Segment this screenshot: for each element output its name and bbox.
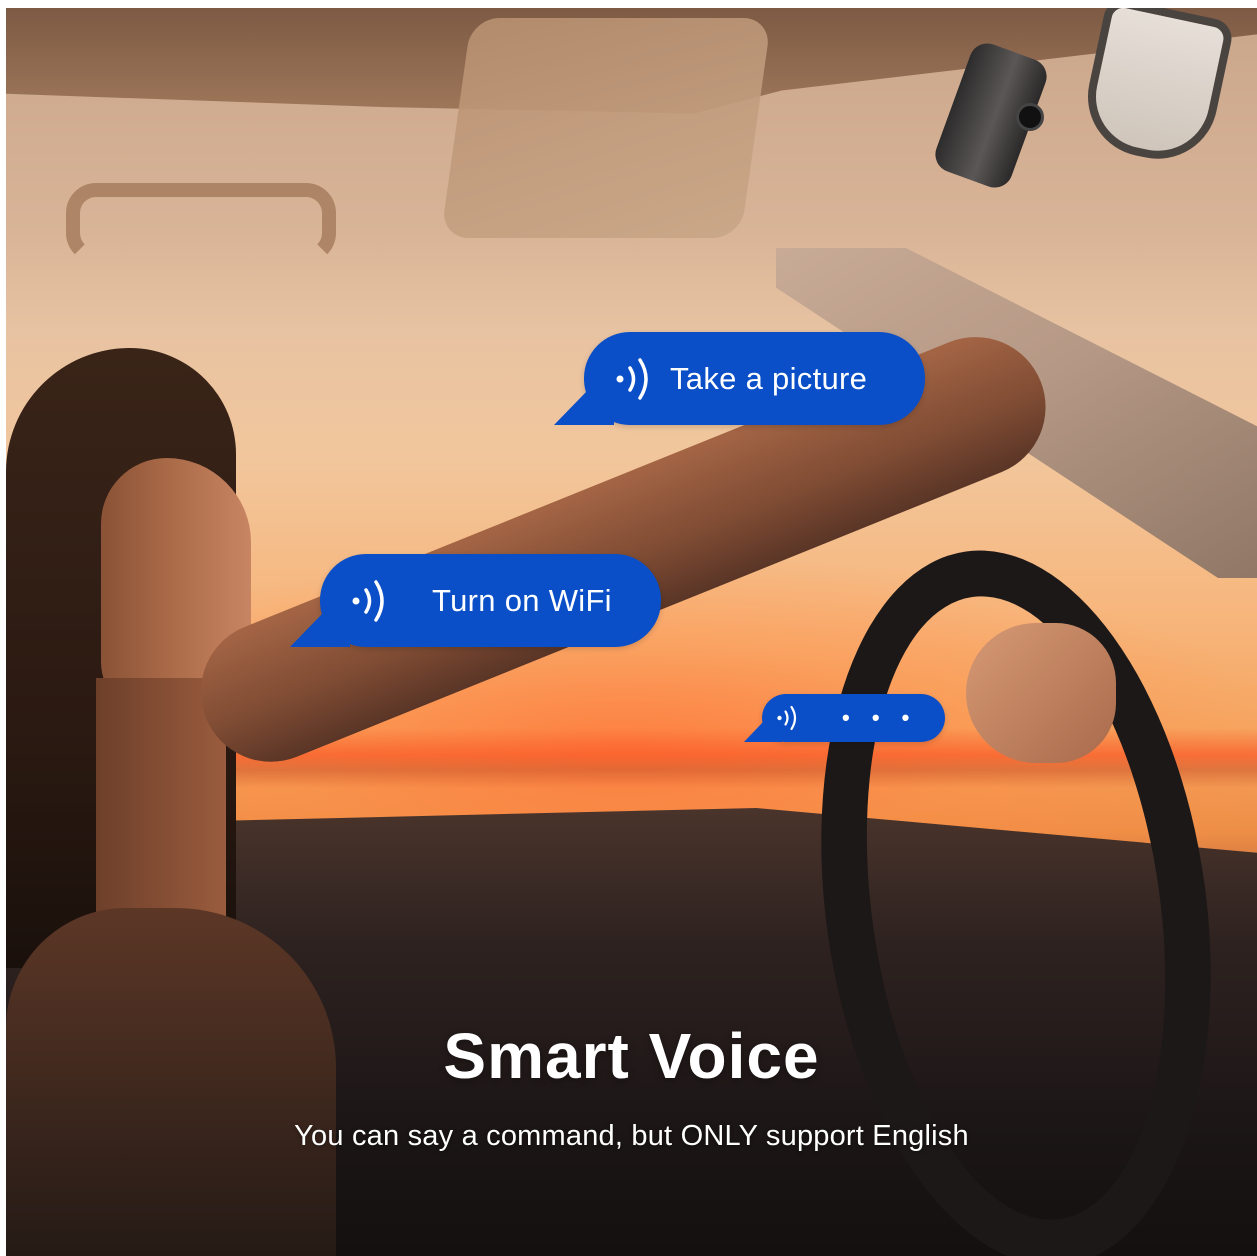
driver-hand xyxy=(966,623,1116,763)
voice-wave-icon xyxy=(614,353,658,405)
rearview-mirror xyxy=(1076,8,1236,170)
sun-visor xyxy=(440,18,772,238)
bubble-text: Turn on WiFi xyxy=(432,582,612,618)
grab-handle xyxy=(66,183,336,263)
voice-command-bubble-more: • • • xyxy=(762,694,945,742)
voice-command-bubble-wifi: Turn on WiFi xyxy=(320,554,661,647)
subline: You can say a command, but ONLY support … xyxy=(294,1119,969,1152)
voice-wave-icon xyxy=(776,703,802,733)
camera-lens-icon xyxy=(1016,103,1044,131)
voice-wave-icon xyxy=(350,575,394,627)
headline: Smart Voice xyxy=(443,1020,820,1092)
bubble-text: Take a picture xyxy=(670,360,868,396)
caption-block: Smart Voice You can say a command, but O… xyxy=(6,1020,1257,1153)
ellipsis-text: • • • xyxy=(842,705,918,730)
voice-command-bubble-take-picture: Take a picture xyxy=(584,332,925,425)
